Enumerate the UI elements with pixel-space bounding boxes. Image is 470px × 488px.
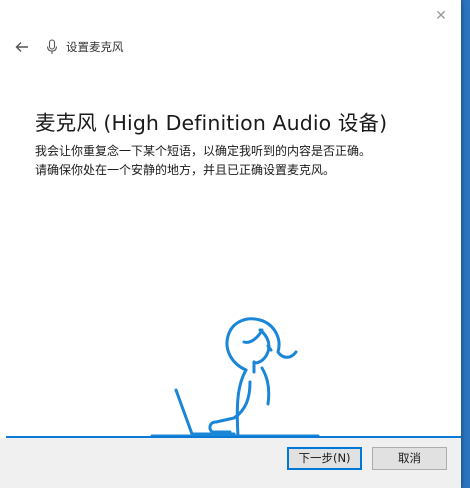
instruction-line-2: 请确保你处在一个安静的地方，并且已正确设置麦克风。 [35,163,336,177]
titlebar: 设置麦克风 [14,36,124,58]
window-title: 设置麦克风 [66,40,124,54]
footer-bar: 下一步(N) 取消 [0,438,461,488]
speech-setup-window: ✕ 设置麦克风 麦克风 (High Definition Audio 设备) 我… [0,0,461,488]
person-at-laptop-illustration [150,317,320,438]
back-arrow-icon[interactable] [14,39,30,55]
instruction-text: 我会让你重复念一下某个短语，以确定我听到的内容是否正确。 请确保你处在一个安静的… [35,142,440,180]
close-icon: ✕ [435,8,447,24]
instruction-line-1: 我会让你重复念一下某个短语，以确定我听到的内容是否正确。 [35,144,372,158]
microphone-icon [46,39,58,54]
page-heading: 麦克风 (High Definition Audio 设备) [35,111,388,135]
close-button[interactable]: ✕ [431,6,451,26]
cancel-button[interactable]: 取消 [372,447,447,470]
next-button[interactable]: 下一步(N) [287,447,362,470]
